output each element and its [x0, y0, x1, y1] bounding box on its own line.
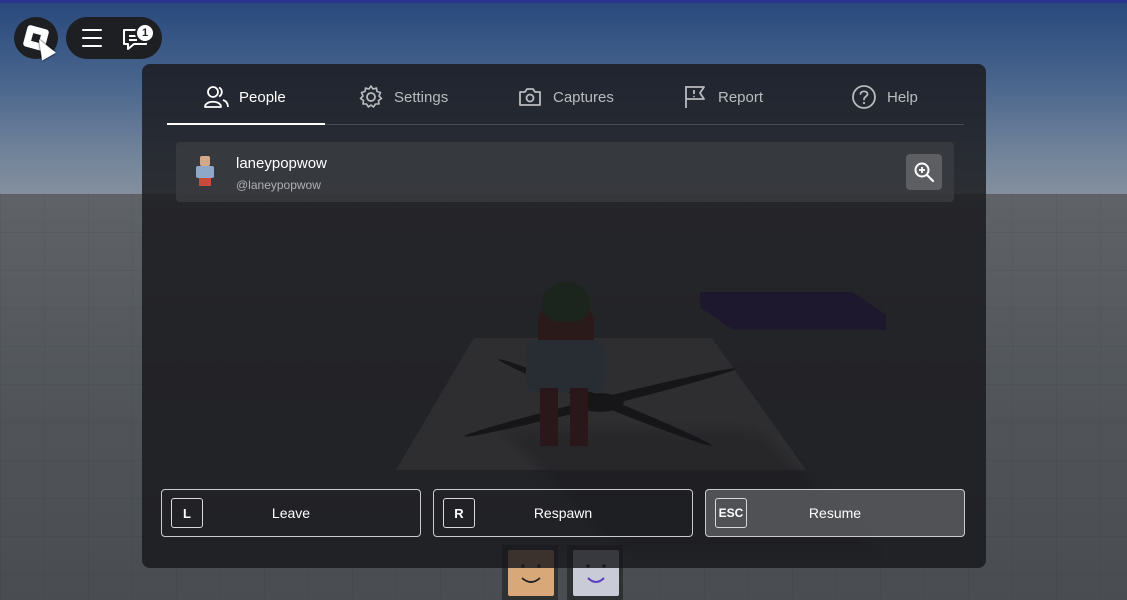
tab-settings-label: Settings: [394, 88, 449, 106]
player-display-name: laneypopwow: [236, 155, 327, 172]
menu-tabs: People Settings Captures Report Help: [167, 70, 964, 125]
tab-report-label: Report: [718, 88, 764, 106]
escape-menu-panel: People Settings Captures Report Help lan…: [142, 64, 986, 568]
tab-captures-label: Captures: [553, 88, 614, 106]
player-avatar: [194, 156, 216, 186]
flag-icon: [685, 86, 705, 108]
tab-captures[interactable]: Captures: [517, 70, 614, 124]
inspect-player-button[interactable]: [906, 154, 942, 190]
gear-icon: [359, 85, 383, 108]
help-icon: [852, 85, 876, 109]
leave-label: Leave: [271, 505, 311, 521]
leave-keycap: L: [171, 498, 203, 528]
respawn-label: Respawn: [533, 505, 593, 521]
player-username: @laneypopwow: [236, 178, 321, 192]
resume-button[interactable]: ESC Resume: [705, 489, 965, 537]
tab-help[interactable]: Help: [851, 70, 918, 124]
notification-badge: 1: [135, 23, 155, 43]
active-tab-indicator: [167, 123, 325, 125]
hamburger-menu-icon[interactable]: [82, 29, 102, 47]
tab-settings[interactable]: Settings: [358, 70, 448, 124]
zoom-in-icon: [914, 162, 935, 183]
resume-label: Resume: [808, 505, 862, 521]
leave-button[interactable]: L Leave: [161, 489, 421, 537]
respawn-button[interactable]: R Respawn: [433, 489, 693, 537]
tab-report[interactable]: Report: [682, 70, 763, 124]
tab-help-label: Help: [887, 88, 918, 106]
player-list-item[interactable]: laneypopwow @laneypopwow: [176, 142, 954, 202]
people-icon: [204, 86, 229, 108]
tab-people-label: People: [239, 88, 286, 106]
respawn-keycap: R: [443, 498, 475, 528]
camera-icon: [519, 88, 541, 106]
resume-keycap: ESC: [715, 498, 747, 528]
tab-people[interactable]: People: [167, 70, 325, 125]
